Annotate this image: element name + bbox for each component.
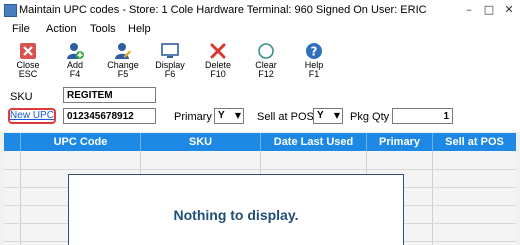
- pkg-qty-label: Pkg Qty: [350, 111, 390, 123]
- sell-at-pos-select[interactable]: Y ▼: [313, 108, 343, 124]
- empty-state-message: Nothing to display.: [173, 207, 299, 223]
- column-sku[interactable]: SKU: [140, 133, 260, 151]
- primary-label: Primary: [174, 111, 212, 123]
- help-button[interactable]: ? Help F1: [292, 40, 336, 84]
- toolbar: Close ESC Add F4 Change F5 Display F6 De…: [0, 38, 520, 87]
- empty-state-panel: Nothing to display.: [68, 174, 404, 245]
- grid-header: UPC Code SKU Date Last Used Primary Sell…: [4, 133, 516, 151]
- close-shortcut: ESC: [18, 69, 38, 79]
- menu-file[interactable]: File: [12, 23, 30, 35]
- delete-x-icon: [210, 43, 226, 59]
- grid-row-line: [4, 169, 516, 170]
- row-selector-header: [4, 133, 20, 151]
- add-user-icon: [67, 43, 84, 59]
- edit-user-icon: [115, 43, 131, 59]
- delete-shortcut: F10: [210, 69, 226, 79]
- chevron-down-icon: ▼: [234, 111, 241, 120]
- sell-at-pos-value: Y: [317, 110, 324, 121]
- sku-label: SKU: [10, 91, 33, 103]
- clear-button[interactable]: Clear F12: [244, 40, 288, 84]
- monitor-icon: [161, 43, 179, 58]
- column-primary[interactable]: Primary: [366, 133, 432, 151]
- grid-divider: [432, 151, 433, 245]
- add-button[interactable]: Add F4: [53, 40, 97, 84]
- pkg-qty-input[interactable]: 1: [392, 108, 453, 124]
- change-button[interactable]: Change F5: [101, 40, 145, 84]
- upc-input[interactable]: 012345678912: [63, 108, 156, 124]
- close-button[interactable]: Close ESC: [6, 40, 50, 84]
- primary-value: Y: [218, 110, 225, 121]
- menu-tools[interactable]: Tools: [90, 23, 116, 35]
- sku-input[interactable]: REGITEM: [63, 87, 156, 103]
- upc-form: SKU REGITEM New UPC 012345678912 Primary…: [0, 86, 520, 132]
- new-upc-link[interactable]: New UPC: [8, 108, 56, 124]
- add-shortcut: F4: [69, 69, 81, 79]
- menu-bar: File Action Tools Help: [0, 21, 520, 38]
- grid-divider: [20, 151, 21, 245]
- display-shortcut: F6: [164, 69, 176, 79]
- title-bar: Maintain UPC codes - Store: 1 Cole Hardw…: [0, 0, 520, 22]
- menu-help[interactable]: Help: [128, 23, 151, 35]
- clear-circle-icon: [258, 43, 274, 59]
- column-date-last-used[interactable]: Date Last Used: [260, 133, 366, 151]
- minimize-icon[interactable]: –: [462, 3, 476, 17]
- sell-at-pos-label: Sell at POS: [257, 111, 314, 123]
- close-window-icon[interactable]: ✕: [502, 3, 516, 17]
- display-button[interactable]: Display F6: [148, 40, 192, 84]
- close-icon: [20, 43, 36, 59]
- svg-text:?: ?: [311, 45, 318, 59]
- app-icon: [4, 4, 17, 17]
- window-title: Maintain UPC codes - Store: 1 Cole Hardw…: [19, 4, 427, 16]
- help-icon: ?: [306, 43, 322, 59]
- menu-action[interactable]: Action: [46, 23, 77, 35]
- help-shortcut: F1: [308, 69, 320, 79]
- change-shortcut: F5: [117, 69, 129, 79]
- maximize-icon[interactable]: □: [482, 3, 496, 17]
- delete-button[interactable]: Delete F10: [196, 40, 240, 84]
- column-sell-at-pos[interactable]: Sell at POS: [432, 133, 516, 151]
- primary-select[interactable]: Y ▼: [214, 108, 244, 124]
- chevron-down-icon: ▼: [333, 111, 340, 120]
- clear-shortcut: F12: [258, 69, 274, 79]
- column-upc-code[interactable]: UPC Code: [20, 133, 140, 151]
